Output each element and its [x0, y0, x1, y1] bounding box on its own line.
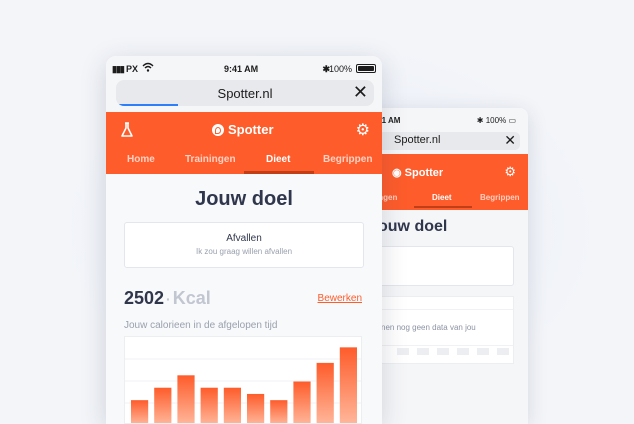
app-header: Spotter ⚙ Home Trainingen Dieet Begrippe…	[106, 112, 382, 174]
placeholder-bar	[397, 348, 409, 355]
wifi-icon	[142, 62, 154, 74]
chart-bar-10	[339, 347, 357, 423]
chart-bar-5	[223, 387, 241, 423]
calorie-bar-chart	[125, 347, 361, 423]
page-title: ouw doel	[378, 218, 448, 235]
url-bar[interactable]: Spotter.nl ✕	[116, 80, 374, 106]
browser-chrome: Spotter.nl ✕	[106, 80, 382, 112]
page-load-progress	[116, 104, 178, 106]
chart-bar-6	[247, 393, 265, 423]
status-time: 9:41 AM	[224, 64, 259, 74]
gear-icon[interactable]: ⚙	[504, 164, 516, 180]
signal-icon: ▮▮▮	[112, 64, 125, 74]
goal-card[interactable]	[376, 246, 514, 286]
tab-home[interactable]: Home	[127, 154, 155, 165]
url-text: Spotter.nl	[394, 134, 441, 146]
chart-bar-2	[154, 387, 172, 423]
carrier-name: PX	[126, 64, 139, 74]
nav-tabs: Home Trainingen Dieet Begrippen	[106, 150, 382, 174]
brand-logo: Spotter	[212, 122, 274, 137]
close-icon[interactable]: ✕	[353, 82, 368, 102]
flask-icon[interactable]	[120, 122, 134, 143]
kcal-separator: ·	[166, 291, 171, 307]
page-title: Jouw doel	[195, 188, 293, 210]
chart-caption: Jouw calorieen in de afgelopen tijd	[124, 320, 278, 331]
tab-dieet[interactable]: Dieet	[432, 193, 452, 202]
kcal-summary: 2502 · Kcal	[124, 288, 211, 309]
brand-name: Spotter	[228, 122, 274, 137]
tab-dieet[interactable]: Dieet	[266, 154, 290, 165]
spotter-logo-icon: ◉	[392, 167, 402, 179]
chart-bar-8	[293, 381, 311, 423]
url-text: Spotter.nl	[217, 86, 273, 101]
status-battery: ✱ 100% ▭	[477, 116, 516, 125]
chart-area: nen nog geen data van jou	[376, 296, 514, 364]
grid-line	[377, 345, 513, 346]
kcal-value: 2502	[124, 288, 165, 308]
chart-bar-7	[270, 400, 288, 423]
kcal-unit: Kcal	[172, 288, 211, 308]
placeholder-bar	[497, 348, 509, 355]
edit-link[interactable]: Bewerken	[318, 293, 362, 304]
goal-card[interactable]: Afvallen Ik zou graag willen afvallen	[124, 222, 364, 268]
goal-title: Afvallen	[226, 233, 262, 244]
gear-icon[interactable]: ⚙	[356, 120, 370, 140]
url-bar[interactable]: Spotter.nl ✕	[364, 132, 520, 150]
status-battery-percent: 100%	[485, 116, 507, 125]
close-icon[interactable]: ✕	[504, 132, 516, 149]
tab-begrippen[interactable]: Begrippen	[480, 193, 520, 202]
chart-bar-4	[200, 387, 218, 423]
battery-icon	[356, 64, 376, 73]
no-data-text: nen nog geen data van jou	[381, 323, 476, 332]
placeholder-bar	[437, 348, 449, 355]
primary-phone-mockup: ▮▮▮ PX 9:41 AM ✱ 100% Spotter.nl ✕ Spott…	[106, 56, 382, 424]
placeholder-bar	[457, 348, 469, 355]
brand-name: Spotter	[404, 167, 444, 179]
spotter-logo-icon	[212, 123, 224, 136]
brand-logo: ◉ Spotter	[392, 166, 443, 179]
bluetooth-icon: ✱	[476, 116, 484, 125]
tab-begrippen[interactable]: Begrippen	[323, 154, 372, 165]
status-bar: ▮▮▮ PX 9:41 AM ✱ 100%	[106, 56, 382, 80]
grid-line	[377, 309, 513, 310]
chart-bar-9	[316, 362, 334, 423]
tab-trainingen[interactable]: Trainingen	[185, 154, 236, 165]
placeholder-bar	[417, 348, 429, 355]
main-content: Jouw doel Afvallen Ik zou graag willen a…	[106, 174, 382, 424]
placeholder-bar	[477, 348, 489, 355]
battery-icon: ▭	[508, 116, 516, 125]
chart-bar-1	[131, 400, 149, 423]
chart-bar-3	[177, 375, 195, 423]
battery-percent: 100%	[328, 64, 352, 74]
active-tab-indicator	[414, 206, 472, 208]
calorie-chart	[124, 336, 362, 424]
goal-subtitle: Ik zou graag willen afvallen	[195, 247, 293, 256]
